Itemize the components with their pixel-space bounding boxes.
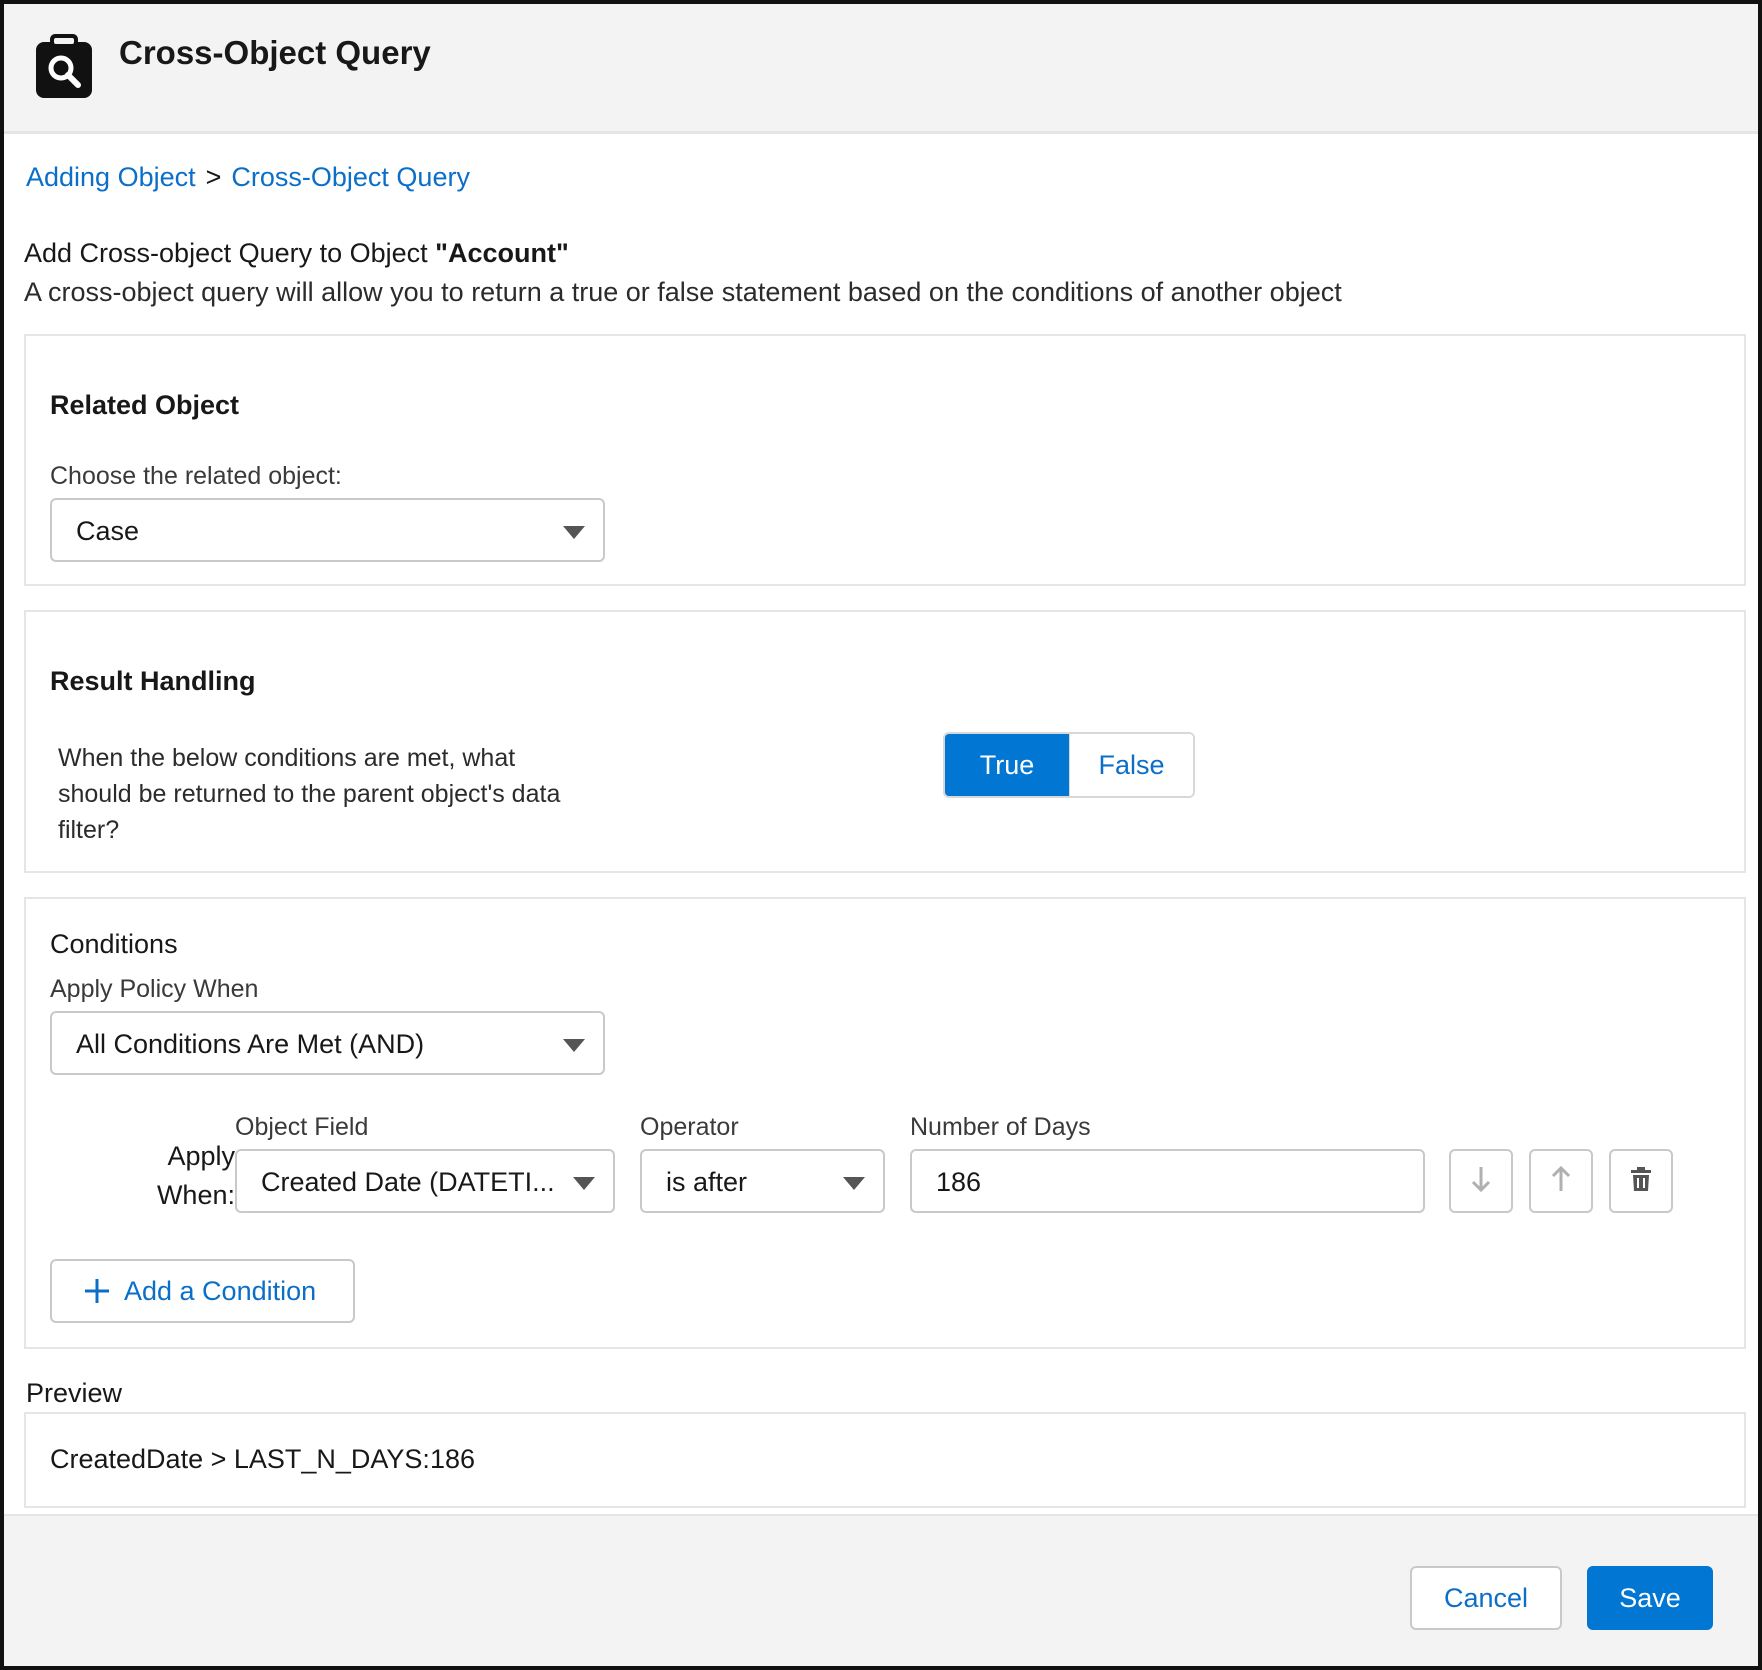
chevron-down-icon: [843, 1177, 865, 1190]
apply-policy-select[interactable]: All Conditions Are Met (AND): [50, 1011, 605, 1075]
plus-icon: [84, 1278, 110, 1304]
apply-when-label: Apply When:: [130, 1137, 235, 1215]
preview-text: CreatedDate > LAST_N_DAYS:186: [50, 1444, 475, 1474]
arrow-up-icon: [1550, 1165, 1572, 1198]
intro-title-prefix: Add Cross-object Query to Object: [24, 238, 436, 268]
move-down-button[interactable]: [1449, 1149, 1513, 1213]
intro-title: Add Cross-object Query to Object "Accoun…: [24, 238, 569, 269]
breadcrumb: Adding Object > Cross-Object Query: [26, 162, 470, 193]
number-of-days-input[interactable]: 186: [910, 1149, 1425, 1213]
related-object-select[interactable]: Case: [50, 498, 605, 562]
number-of-days-value: 186: [936, 1167, 982, 1197]
result-handling-heading: Result Handling: [50, 666, 256, 696]
add-condition-label: Add a Condition: [124, 1275, 317, 1306]
modal-footer: Cancel Save: [4, 1514, 1758, 1666]
apply-when-line1: Apply: [167, 1141, 235, 1171]
related-object-value: Case: [76, 516, 140, 546]
apply-when-line2: When:: [156, 1180, 235, 1210]
arrow-down-icon: [1470, 1165, 1492, 1198]
intro-object-name: "Account": [435, 238, 569, 268]
modal-header: Cross-Object Query: [4, 4, 1758, 134]
add-condition-button[interactable]: Add a Condition: [50, 1259, 355, 1323]
modal: Cross-Object Query Adding Object > Cross-O…: [0, 0, 1762, 1670]
apply-policy-label: Apply Policy When: [50, 975, 259, 1003]
breadcrumb-adding-object[interactable]: Adding Object: [26, 162, 196, 192]
object-field-select[interactable]: Created Date (DATETI...: [235, 1149, 615, 1213]
related-object-label: Choose the related object:: [50, 462, 342, 490]
operator-value: is after: [666, 1167, 748, 1197]
apply-policy-value: All Conditions Are Met (AND): [76, 1029, 425, 1059]
related-object-card: Related Object Choose the related object…: [24, 334, 1746, 586]
result-toggle: True False: [943, 732, 1195, 798]
chevron-down-icon: [573, 1177, 595, 1190]
preview-box: CreatedDate > LAST_N_DAYS:186: [24, 1412, 1746, 1508]
related-object-heading: Related Object: [50, 390, 240, 420]
modal-title: Cross-Object Query: [119, 34, 431, 71]
operator-label: Operator: [640, 1113, 739, 1141]
conditions-card: Conditions Apply Policy When All Conditi…: [24, 897, 1746, 1349]
object-field-value: Created Date (DATETI...: [261, 1167, 555, 1197]
result-handling-card: Result Handling When the below condition…: [24, 610, 1746, 873]
clipboard-search-icon: [32, 32, 96, 100]
cancel-button[interactable]: Cancel: [1410, 1566, 1562, 1630]
chevron-down-icon: [563, 526, 585, 539]
true-option[interactable]: True: [945, 734, 1069, 796]
false-option[interactable]: False: [1069, 734, 1193, 796]
result-handling-description: When the below conditions are met, what …: [58, 744, 561, 844]
conditions-title: Conditions: [50, 929, 178, 959]
save-button[interactable]: Save: [1587, 1566, 1713, 1630]
intro-description: A cross-object query will allow you to r…: [24, 277, 1342, 307]
preview-label: Preview: [26, 1378, 123, 1408]
breadcrumb-separator: >: [205, 162, 222, 192]
chevron-down-icon: [563, 1039, 585, 1052]
operator-select[interactable]: is after: [640, 1149, 885, 1213]
number-of-days-label: Number of Days: [910, 1113, 1091, 1141]
trash-icon: [1630, 1166, 1652, 1197]
move-up-button[interactable]: [1529, 1149, 1593, 1213]
object-field-label: Object Field: [235, 1113, 369, 1141]
delete-condition-button[interactable]: [1609, 1149, 1673, 1213]
breadcrumb-cross-object-query[interactable]: Cross-Object Query: [231, 162, 470, 192]
